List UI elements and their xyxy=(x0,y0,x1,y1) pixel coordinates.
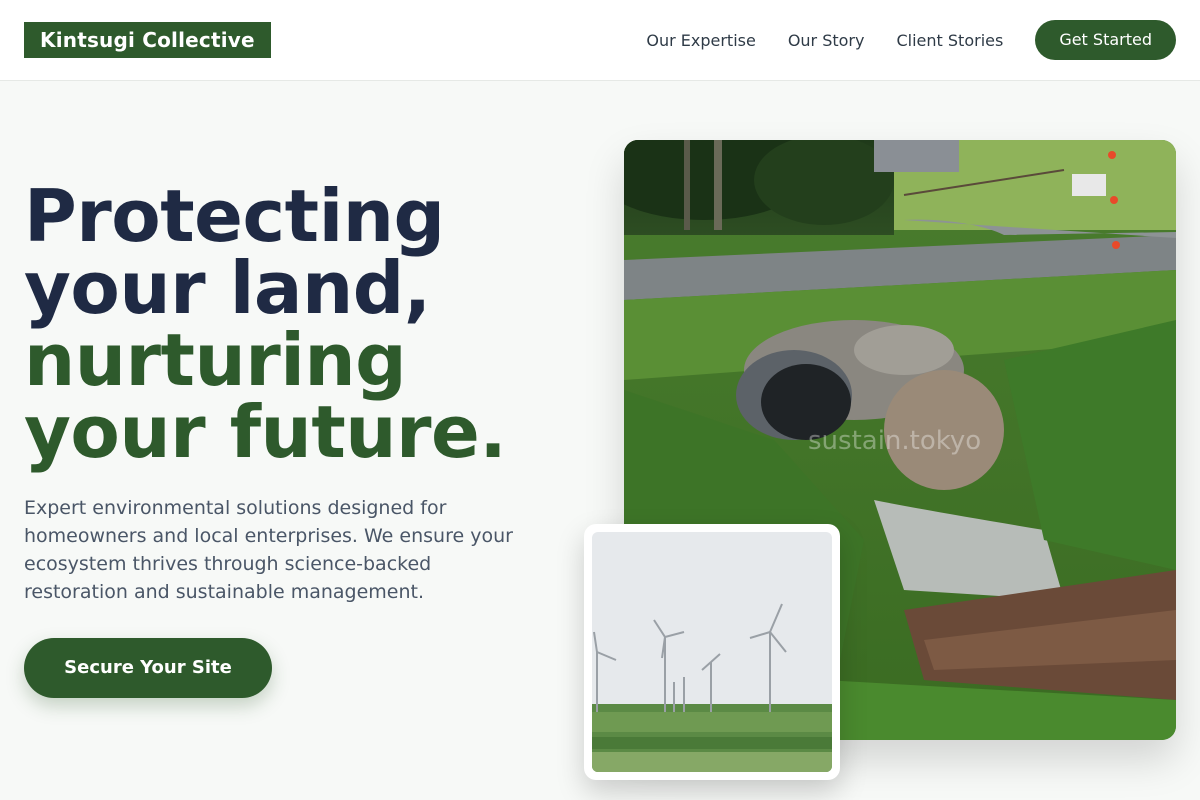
headline-line-3: nurturing xyxy=(24,318,407,402)
nav-link-our-story[interactable]: Our Story xyxy=(788,31,865,50)
nav-link-our-expertise[interactable]: Our Expertise xyxy=(646,31,755,50)
hero-description: Expert environmental solutions designed … xyxy=(24,497,513,603)
brand-logo[interactable]: Kintsugi Collective xyxy=(24,22,271,58)
main-nav: Our Expertise Our Story Client Stories G… xyxy=(646,0,1176,80)
secure-your-site-button[interactable]: Secure Your Site xyxy=(24,638,272,698)
site-header: Kintsugi Collective Our Expertise Our St… xyxy=(0,0,1200,81)
get-started-button[interactable]: Get Started xyxy=(1035,20,1176,60)
wind-turbines-photo xyxy=(592,532,832,772)
inset-photo-card xyxy=(584,524,840,780)
headline-line-4: your future. xyxy=(24,390,507,474)
headline-line-1: Protecting xyxy=(24,174,445,258)
photo-watermark: sustain.tokyo xyxy=(808,426,982,456)
hero-headline: Protecting your land, nurturing your fut… xyxy=(24,180,584,468)
headline-line-2: your land, xyxy=(24,246,431,330)
nav-link-client-stories[interactable]: Client Stories xyxy=(896,31,1003,50)
